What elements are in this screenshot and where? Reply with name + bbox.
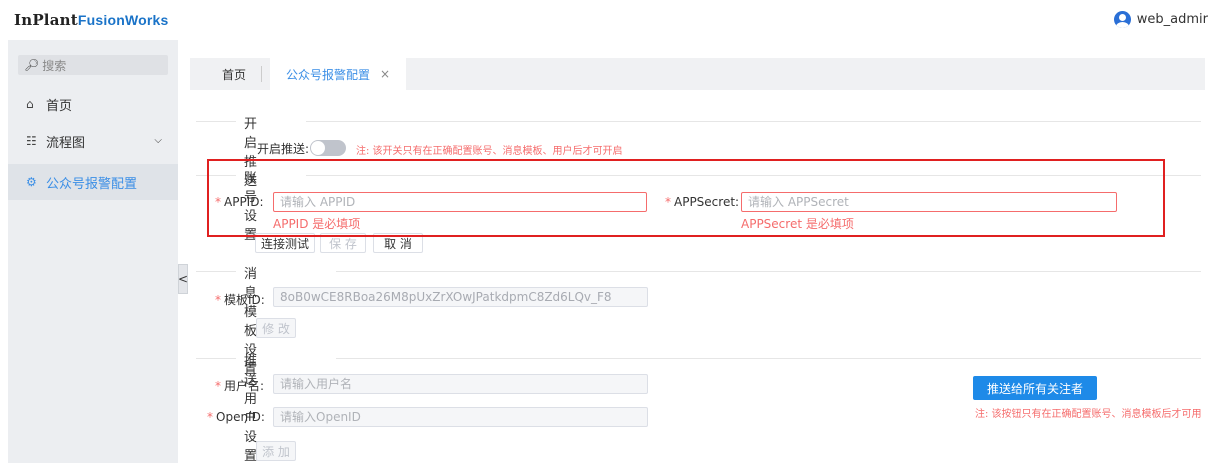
username: web_admir	[1136, 12, 1208, 27]
sidebar-item-flowchart[interactable]: ☷ 流程图 ⌵	[8, 123, 178, 159]
username-input[interactable]: 请输入用户名	[273, 374, 648, 394]
tab-bar: 首页 公众号报警配置 ×	[190, 58, 1205, 90]
username-label: * 用户名:	[215, 379, 265, 393]
highlight-box	[207, 159, 1165, 237]
user-menu[interactable]: web_admir	[1113, 11, 1208, 28]
sidebar-item-label: 流程图	[46, 135, 86, 151]
tab-home[interactable]: 首页	[222, 58, 246, 90]
push-all-button[interactable]: 推送给所有关注者	[973, 376, 1097, 400]
brand-logo: InPlantFusionWorks	[14, 11, 168, 29]
push-all-note: 注: 该按钮只有在正确配置账号、消息模板后才可用	[975, 409, 1202, 420]
sidebar-item-label: 首页	[46, 98, 73, 114]
search-placeholder: 搜索	[42, 58, 67, 73]
sidebar-collapse-button[interactable]: <	[178, 264, 188, 294]
push-toggle-switch[interactable]	[310, 140, 346, 156]
home-icon: ⌂	[26, 97, 34, 111]
avatar-icon	[1113, 11, 1131, 28]
edit-button[interactable]: 修 改	[256, 318, 296, 338]
template-id-label: * 模板ID:	[215, 293, 265, 307]
tab-divider	[261, 66, 262, 82]
chevron-left-icon: <	[177, 272, 189, 286]
tab-label: 公众号报警配置	[286, 67, 371, 82]
brand-inplant: InPlant	[14, 11, 78, 29]
openid-label: * OpenID:	[207, 410, 265, 424]
top-bar: InPlantFusionWorks web_admir	[0, 0, 1208, 40]
sidebar-item-label: 公众号报警配置	[46, 176, 138, 192]
sidebar-item-wechat-alarm[interactable]: ⚙ 公众号报警配置	[8, 164, 178, 200]
close-icon[interactable]: ×	[380, 67, 390, 81]
openid-input[interactable]: 请输入OpenID	[273, 407, 648, 427]
push-toggle-label: 开启推送:	[257, 142, 310, 156]
gear-icon: ⚙	[26, 175, 37, 189]
sidebar-item-home[interactable]: ⌂ 首页	[8, 86, 178, 122]
flowchart-icon: ☷	[26, 134, 37, 148]
chevron-down-icon: ⌵	[154, 135, 162, 146]
sidebar: 🔎︎ 搜索 ⌂ 首页 ☷ 流程图 ⌵ ⚙ 公众号报警配置	[8, 40, 178, 463]
add-button[interactable]: 添 加	[256, 441, 296, 461]
tab-wechat-alarm[interactable]: 公众号报警配置 ×	[270, 58, 407, 90]
template-id-input[interactable]: 8oB0wCE8RBoa26M8pUxZrXOwJPatkdpmC8Zd6LQv…	[273, 287, 648, 307]
push-toggle-note: 注: 该开关只有在正确配置账号、消息模板、用户后才可开启	[356, 146, 623, 157]
search-icon: 🔎︎	[24, 58, 40, 72]
sidebar-search-input[interactable]: 🔎︎ 搜索	[18, 55, 168, 75]
brand-fusionworks: FusionWorks	[77, 12, 169, 28]
